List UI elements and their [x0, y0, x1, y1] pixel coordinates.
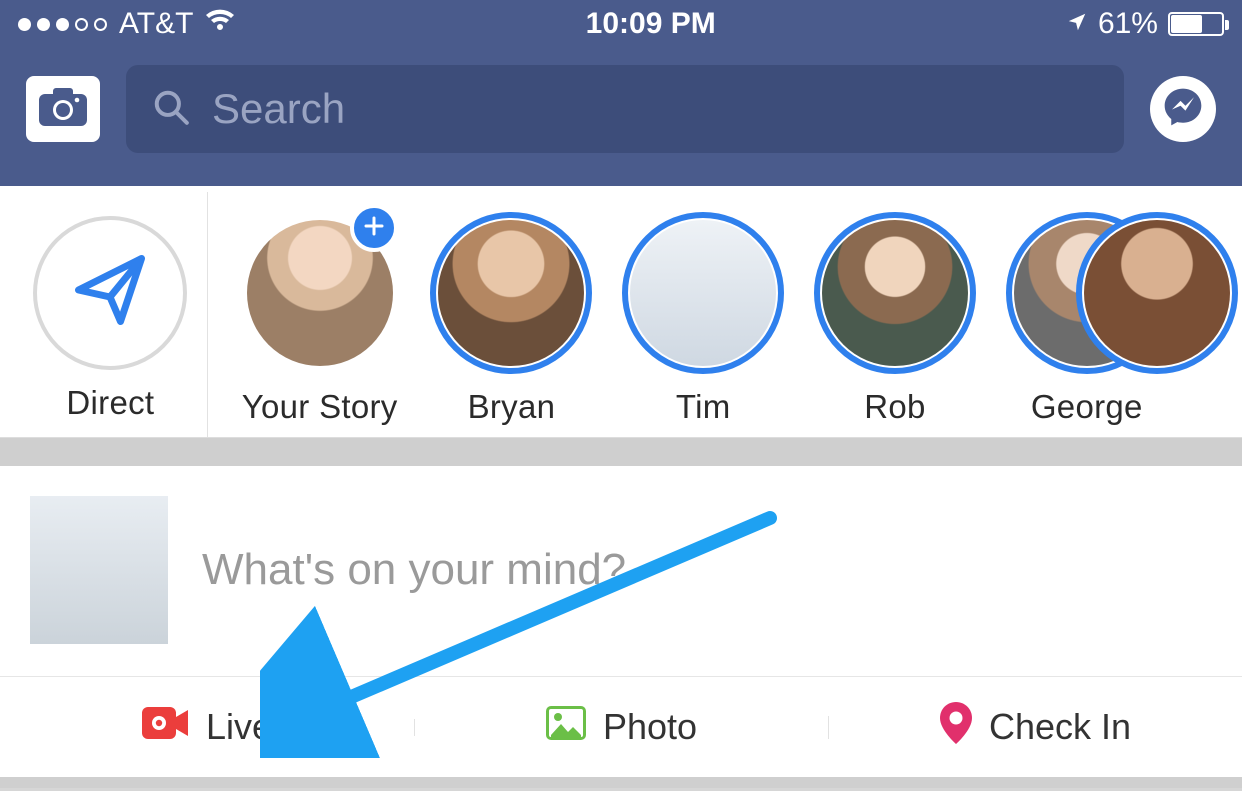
paper-plane-icon [68, 248, 152, 337]
status-right: 61% [1066, 7, 1224, 41]
search-box[interactable] [126, 65, 1124, 153]
story-label: Tim [676, 388, 731, 426]
composer-prompt[interactable]: What's on your mind? [202, 545, 626, 595]
search-icon [152, 88, 190, 131]
story-label: Your Story [242, 388, 398, 426]
live-video-icon [142, 706, 190, 749]
add-story-badge[interactable] [350, 204, 398, 252]
photo-label: Photo [603, 706, 697, 748]
story-user[interactable]: Bryan [416, 192, 608, 437]
wifi-icon [205, 7, 235, 41]
composer-input-row[interactable]: What's on your mind? [0, 466, 1242, 677]
location-icon [1066, 7, 1088, 41]
stories-bar: Direct Your Story Bryan Tim Rob George [0, 186, 1242, 438]
signal-strength-icon [18, 18, 107, 31]
avatar [1084, 220, 1230, 366]
avatar [630, 220, 776, 366]
story-label: Bryan [468, 388, 556, 426]
composer: What's on your mind? Live Photo Check In [0, 466, 1242, 777]
search-input[interactable] [212, 85, 1098, 133]
story-user-partial[interactable] [1183, 192, 1242, 437]
live-button[interactable]: Live [0, 706, 414, 749]
app-header [0, 48, 1242, 186]
direct-label: Direct [66, 384, 154, 422]
separator [0, 777, 1242, 788]
story-user[interactable]: Tim [607, 192, 799, 437]
checkin-button[interactable]: Check In [828, 702, 1242, 753]
avatar [438, 220, 584, 366]
direct-circle [33, 216, 187, 370]
story-label [1208, 388, 1217, 426]
battery-label: 61% [1098, 7, 1158, 41]
photo-button[interactable]: Photo [414, 705, 828, 750]
carrier-label: AT&T [119, 7, 193, 41]
story-label: George [1031, 388, 1143, 426]
avatar [822, 220, 968, 366]
status-left: AT&T [18, 7, 235, 41]
camera-icon [37, 86, 89, 133]
story-label: Rob [864, 388, 925, 426]
live-label: Live [206, 706, 272, 748]
story-user[interactable]: Rob [799, 192, 991, 437]
user-avatar[interactable] [30, 496, 168, 644]
direct-button[interactable]: Direct [14, 192, 208, 437]
composer-actions: Live Photo Check In [0, 677, 1242, 777]
messenger-button[interactable] [1150, 76, 1216, 142]
messenger-icon [1161, 85, 1205, 134]
location-pin-icon [939, 702, 973, 753]
battery-icon [1168, 12, 1224, 36]
photo-icon [545, 705, 587, 750]
clock-label: 10:09 PM [586, 7, 716, 41]
status-bar: AT&T 10:09 PM 61% [0, 0, 1242, 48]
story-your-story[interactable]: Your Story [224, 192, 416, 437]
separator [0, 438, 1242, 466]
camera-button[interactable] [26, 76, 100, 142]
plus-icon [362, 214, 386, 243]
checkin-label: Check In [989, 706, 1131, 748]
